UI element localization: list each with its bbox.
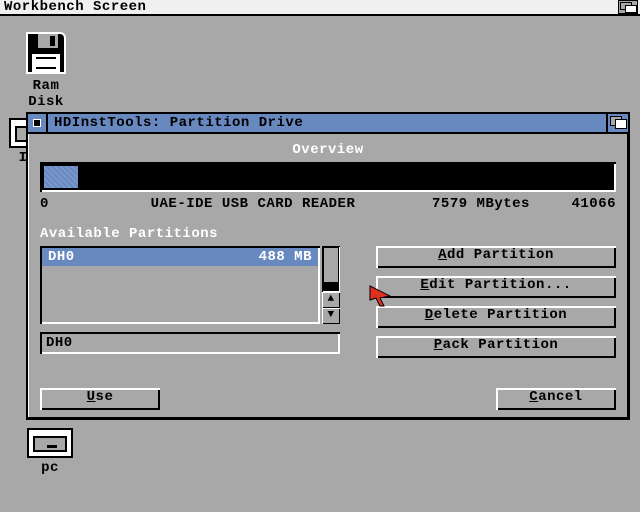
list-item[interactable]: DH0 488 MB bbox=[42, 248, 318, 266]
device-name: UAE-IDE USB CARD READER bbox=[90, 196, 416, 212]
delete-partition-button[interactable]: Delete Partition bbox=[376, 306, 616, 328]
screen-title: Workbench Screen bbox=[4, 0, 146, 15]
overview-heading: Overview bbox=[40, 142, 616, 158]
drive-map-partition bbox=[44, 166, 78, 188]
window-depth-gadget[interactable] bbox=[606, 114, 628, 132]
scrollbar-track[interactable] bbox=[322, 246, 340, 292]
partition-name: DH0 bbox=[48, 249, 232, 265]
partition-list[interactable]: DH0 488 MB ▲ ▼ bbox=[40, 246, 340, 324]
screen-title-bar: Workbench Screen bbox=[0, 0, 640, 16]
arrow-up-icon: ▲ bbox=[327, 293, 334, 305]
close-icon bbox=[33, 119, 41, 127]
window-title-bar[interactable]: HDInstTools: Partition Drive bbox=[28, 114, 628, 134]
use-button[interactable]: Use bbox=[40, 388, 160, 410]
ram-disk-icon[interactable]: Ram Disk bbox=[18, 32, 74, 110]
cancel-button[interactable]: Cancel bbox=[496, 388, 616, 410]
drawer-icon bbox=[27, 428, 73, 458]
partition-name-field[interactable]: DH0 bbox=[40, 332, 340, 354]
arrow-down-icon: ▼ bbox=[327, 309, 334, 321]
scrollbar-thumb[interactable] bbox=[324, 248, 338, 282]
scroll-up-button[interactable]: ▲ bbox=[322, 292, 340, 308]
device-size: 7579 MBytes bbox=[416, 196, 546, 212]
window-close-gadget[interactable] bbox=[28, 114, 48, 132]
pack-partition-button[interactable]: Pack Partition bbox=[376, 336, 616, 358]
partition-name-value: DH0 bbox=[46, 335, 73, 351]
drawer-pc[interactable]: pc bbox=[24, 428, 76, 476]
add-partition-button[interactable]: Add Partition bbox=[376, 246, 616, 268]
drawer-pc-label: pc bbox=[24, 460, 76, 476]
partition-window: HDInstTools: Partition Drive Overview 0 … bbox=[26, 112, 630, 420]
drive-info-row: 0 UAE-IDE USB CARD READER 7579 MBytes 41… bbox=[40, 196, 616, 212]
screen-depth-gadget[interactable] bbox=[618, 0, 638, 14]
drive-map[interactable] bbox=[40, 162, 616, 192]
window-title: HDInstTools: Partition Drive bbox=[48, 115, 606, 131]
floppy-icon bbox=[26, 32, 66, 74]
available-partitions-heading: Available Partitions bbox=[40, 226, 616, 242]
start-cylinder: 0 bbox=[40, 196, 90, 212]
ram-disk-label: Ram Disk bbox=[18, 78, 74, 110]
partition-size: 488 MB bbox=[232, 249, 312, 265]
end-cylinder: 41066 bbox=[546, 196, 616, 212]
scroll-down-button[interactable]: ▼ bbox=[322, 308, 340, 324]
edit-partition-button[interactable]: Edit Partition... bbox=[376, 276, 616, 298]
